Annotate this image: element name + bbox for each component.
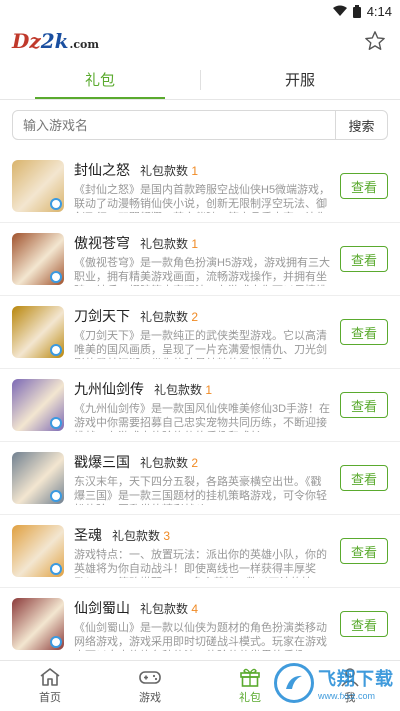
game-thumbnail[interactable] — [12, 233, 64, 285]
view-button[interactable]: 查看 — [340, 392, 388, 418]
game-name: 戳爆三国 — [74, 453, 130, 470]
gift-count: 1 — [191, 236, 199, 251]
gift-icon — [240, 668, 260, 687]
nav-home[interactable]: 首页 — [0, 661, 100, 711]
game-info: 封仙之怒 礼包款数 1 《封仙之怒》是国内首款跨服空战仙侠H5微端游戏，联动了动漫畅… — [74, 160, 340, 213]
list-item[interactable]: 仙剑蜀山 礼包款数 4 《仙剑蜀山》是一款以仙侠为题材的角色扮演类移动网络游戏，游戏… — [0, 588, 400, 660]
game-description: 游戏特点：一、放置玩法：派出你的英雄小队，你的英雄将为你自动战斗！即使离线也一样… — [74, 548, 327, 578]
verified-badge-icon — [50, 198, 62, 210]
gift-count-label: 礼包款数 3 — [112, 528, 171, 543]
gift-count: 1 — [205, 382, 213, 397]
game-description: 《封仙之怒》是国内首款跨服空战仙侠H5微端游戏，联动了动漫畅销仙侠小说，创新无限… — [74, 183, 331, 213]
verified-badge-icon — [50, 271, 62, 283]
view-button[interactable]: 查看 — [340, 246, 388, 272]
search-area: 搜索 — [0, 100, 400, 150]
game-name: 九州仙剑传 — [74, 380, 144, 397]
game-description: 东汉末年，天下四分五裂，各路英豪横空出世。《戳爆三国》是一款三国题材的挂机策略游… — [74, 475, 327, 505]
list-item[interactable]: 圣魂 礼包款数 3 游戏特点：一、放置玩法：派出你的英雄小队，你的英雄将为你自动战斗… — [0, 515, 400, 588]
view-button[interactable]: 查看 — [340, 538, 388, 564]
view-button[interactable]: 查看 — [340, 465, 388, 491]
view-button[interactable]: 查看 — [340, 319, 388, 345]
game-info: 戳爆三国 礼包款数 2 东汉末年，天下四分五裂，各路英豪横空出世。《戳爆三国》是一款… — [74, 452, 340, 505]
gift-count-label: 礼包款数 1 — [140, 236, 199, 251]
game-thumbnail[interactable] — [12, 452, 64, 504]
favorite-star-icon[interactable] — [362, 28, 388, 54]
home-icon — [40, 668, 60, 686]
game-description: 《九州仙剑传》是一款国风仙侠唯美修仙3D手游！在游戏中你需要招募自己忠实宠物共同… — [74, 402, 331, 432]
game-description: 《刀剑天下》是一款纯正的武侠类型游戏。它以高清唯美的国风画质，呈现了一片充满爱恨… — [74, 329, 327, 359]
watermark-url: www.fxxz.com — [318, 691, 376, 701]
app-bar: Dz 2k .com — [0, 22, 400, 60]
gift-count-label: 礼包款数 2 — [140, 309, 199, 324]
gift-count: 1 — [191, 163, 199, 178]
game-info: 仙剑蜀山 礼包款数 4 《仙剑蜀山》是一款以仙侠为题材的角色扮演类移动网络游戏，游戏… — [74, 598, 340, 651]
verified-badge-icon — [50, 490, 62, 502]
gift-count-label: 礼包款数 4 — [140, 601, 199, 616]
game-thumbnail[interactable] — [12, 525, 64, 577]
gift-count: 2 — [191, 309, 199, 324]
gamepad-icon — [139, 671, 161, 684]
game-name: 刀剑天下 — [74, 307, 130, 324]
verified-badge-icon — [50, 563, 62, 575]
tab-bar: 礼包 开服 — [0, 60, 400, 100]
game-name: 封仙之怒 — [74, 161, 130, 178]
game-info: 九州仙剑传 礼包款数 1 《九州仙剑传》是一款国风仙侠唯美修仙3D手游！在游戏中你需… — [74, 379, 340, 432]
tab-server[interactable]: 开服 — [200, 60, 400, 99]
watermark: 飞翔下载 www.fxxz.com — [274, 663, 394, 703]
gift-count-label: 礼包款数 1 — [154, 382, 213, 397]
list-item[interactable]: 封仙之怒 礼包款数 1 《封仙之怒》是国内首款跨服空战仙侠H5微端游戏，联动了动漫畅… — [0, 150, 400, 223]
site-logo[interactable]: Dz 2k .com — [12, 29, 99, 53]
list-item[interactable]: 刀剑天下 礼包款数 2 《刀剑天下》是一款纯正的武侠类型游戏。它以高清唯美的国风画质… — [0, 296, 400, 369]
view-button[interactable]: 查看 — [340, 611, 388, 637]
game-name: 仙剑蜀山 — [74, 599, 130, 616]
status-bar: 4:14 — [0, 0, 400, 22]
game-thumbnail[interactable] — [12, 379, 64, 431]
search-input[interactable] — [13, 117, 335, 133]
tab-gift[interactable]: 礼包 — [0, 60, 200, 99]
watermark-text: 飞翔下载 — [318, 669, 394, 689]
game-description: 《傲视苍穹》是一款角色扮演H5游戏，游戏拥有三大职业，拥有精美游戏画面，流畅游戏… — [74, 256, 331, 286]
verified-badge-icon — [50, 344, 62, 356]
wifi-icon — [332, 5, 347, 17]
nav-games[interactable]: 游戏 — [100, 661, 200, 711]
game-thumbnail[interactable] — [12, 160, 64, 212]
battery-icon — [352, 4, 361, 18]
game-thumbnail[interactable] — [12, 598, 64, 650]
gift-count: 2 — [191, 455, 199, 470]
search-box: 搜索 — [12, 110, 388, 140]
game-description: 《仙剑蜀山》是一款以仙侠为题材的角色扮演类移动网络游戏，游戏采用即时切磋战斗模式… — [74, 621, 327, 651]
view-button[interactable]: 查看 — [340, 173, 388, 199]
game-info: 傲视苍穹 礼包款数 1 《傲视苍穹》是一款角色扮演H5游戏，游戏拥有三大职业，拥有精… — [74, 233, 340, 286]
gift-list: 封仙之怒 礼包款数 1 《封仙之怒》是国内首款跨服空战仙侠H5微端游戏，联动了动漫畅… — [0, 150, 400, 660]
verified-badge-icon — [50, 417, 62, 429]
verified-badge-icon — [50, 636, 62, 648]
gift-count-label: 礼包款数 1 — [140, 163, 199, 178]
list-item[interactable]: 傲视苍穹 礼包款数 1 《傲视苍穹》是一款角色扮演H5游戏，游戏拥有三大职业，拥有精… — [0, 223, 400, 296]
search-button[interactable]: 搜索 — [335, 111, 387, 139]
game-thumbnail[interactable] — [12, 306, 64, 358]
game-name: 圣魂 — [74, 526, 102, 543]
watermark-logo-icon — [274, 663, 314, 703]
game-info: 圣魂 礼包款数 3 游戏特点：一、放置玩法：派出你的英雄小队，你的英雄将为你自动战斗… — [74, 525, 340, 578]
gift-count: 3 — [163, 528, 171, 543]
gift-count: 4 — [191, 601, 199, 616]
list-item[interactable]: 九州仙剑传 礼包款数 1 《九州仙剑传》是一款国风仙侠唯美修仙3D手游！在游戏中你需… — [0, 369, 400, 442]
status-time: 4:14 — [366, 3, 392, 19]
gift-count-label: 礼包款数 2 — [140, 455, 199, 470]
list-item[interactable]: 戳爆三国 礼包款数 2 东汉末年，天下四分五裂，各路英豪横空出世。《戳爆三国》是一款… — [0, 442, 400, 515]
game-info: 刀剑天下 礼包款数 2 《刀剑天下》是一款纯正的武侠类型游戏。它以高清唯美的国风画质… — [74, 306, 340, 359]
game-name: 傲视苍穹 — [74, 234, 130, 251]
